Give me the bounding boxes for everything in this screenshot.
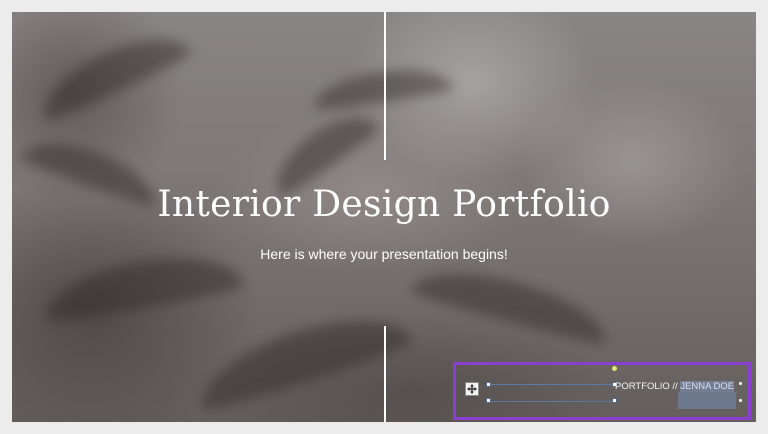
slide-subtitle[interactable]: Here is where your presentation begins! — [12, 246, 756, 262]
move-icon — [467, 384, 477, 394]
name-selection-highlight — [678, 392, 736, 409]
slide[interactable]: Interior Design Portfolio Here is where … — [12, 12, 756, 422]
resize-handle-top-left[interactable] — [486, 382, 491, 387]
name-handle-top[interactable] — [738, 381, 743, 386]
bottom-divider-line — [384, 326, 386, 422]
rotate-handle[interactable] — [612, 366, 617, 371]
text-box-frame[interactable] — [488, 384, 614, 402]
top-divider-line — [384, 12, 386, 160]
slide-title[interactable]: Interior Design Portfolio — [12, 184, 756, 225]
footer-label: PORTFOLIO // — [615, 381, 681, 392]
footer-text-box[interactable]: PORTFOLIO // JENNA DOE — [615, 381, 735, 392]
footer-name[interactable]: JENNA DOE — [680, 381, 735, 392]
name-handle-bottom[interactable] — [738, 398, 743, 403]
editor-canvas: Interior Design Portfolio Here is where … — [0, 0, 768, 434]
resize-handle-bottom-right[interactable] — [612, 398, 617, 403]
move-handle[interactable] — [465, 382, 479, 396]
resize-handle-bottom-left[interactable] — [486, 398, 491, 403]
